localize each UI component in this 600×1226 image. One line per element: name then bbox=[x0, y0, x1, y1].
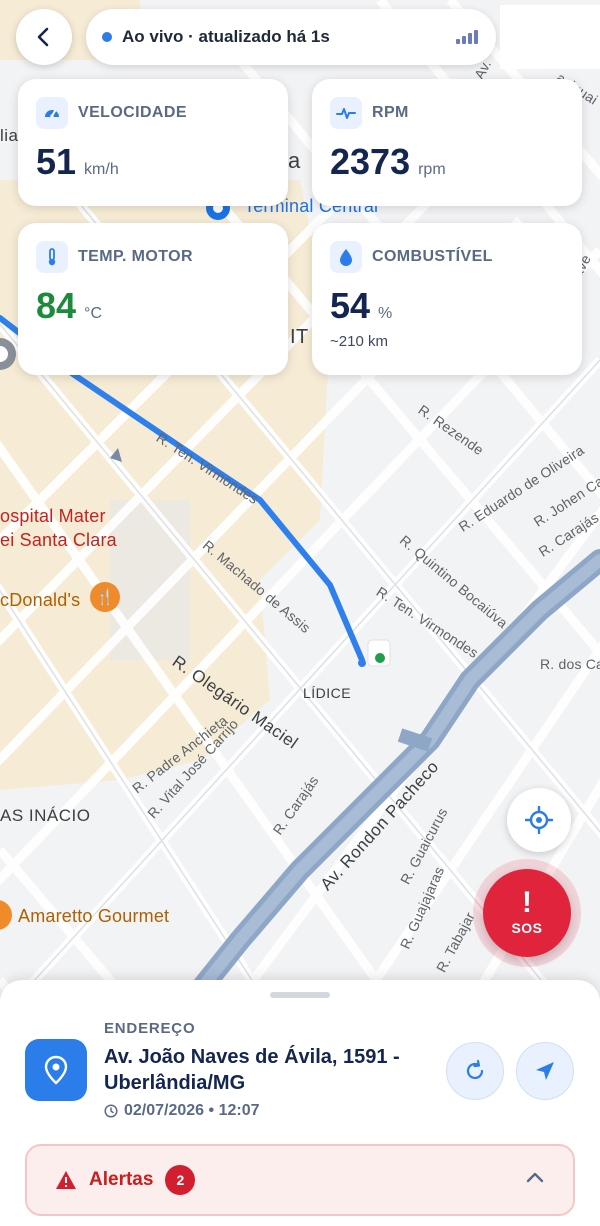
refresh-icon bbox=[466, 1059, 484, 1080]
speed-title: VELOCIDADE bbox=[78, 104, 187, 121]
address-label: ENDEREÇO bbox=[104, 1020, 196, 1037]
sos-button[interactable]: ! SOS bbox=[483, 869, 571, 957]
live-indicator-dot bbox=[102, 32, 112, 42]
hospital-label[interactable]: ei Santa Clara bbox=[0, 530, 117, 551]
speed-card: VELOCIDADE 51 km/h bbox=[18, 79, 288, 206]
fuel-card: COMBUSTÍVEL 54 % ~210 km bbox=[312, 223, 582, 375]
signal-strength-icon bbox=[456, 30, 478, 44]
engine-temp-card: TEMP. MOTOR 84 °C bbox=[18, 223, 288, 375]
fuel-drop-icon bbox=[330, 241, 362, 273]
crosshair-icon bbox=[525, 806, 553, 834]
speedometer-icon bbox=[36, 97, 68, 129]
bottom-sheet[interactable]: ENDEREÇO Av. João Naves de Ávila, 1591 -… bbox=[0, 980, 600, 1226]
amaretto-label[interactable]: Amaretto Gourmet bbox=[18, 906, 169, 927]
fuel-title: COMBUSTÍVEL bbox=[372, 248, 493, 265]
sheet-drag-handle[interactable] bbox=[270, 992, 330, 998]
navigation-arrow-icon bbox=[536, 1062, 554, 1080]
engine-temp-title: TEMP. MOTOR bbox=[78, 248, 193, 265]
thermometer-icon bbox=[36, 241, 68, 273]
rpm-card: RPM 2373 rpm bbox=[312, 79, 582, 206]
engine-temp-value: 84 bbox=[36, 285, 77, 326]
location-pin-icon bbox=[25, 1039, 87, 1101]
alerts-label: Alertas bbox=[89, 1169, 154, 1190]
refresh-button[interactable] bbox=[446, 1042, 504, 1100]
pulse-icon bbox=[330, 97, 362, 129]
chevron-up-icon[interactable] bbox=[525, 1168, 545, 1193]
live-status-pill: Ao vivo · atualizado há 1s bbox=[86, 9, 496, 65]
map-fragment-label: a bbox=[288, 148, 301, 173]
neighborhood-label: AS INÁCIO bbox=[0, 806, 91, 825]
restaurant-icon[interactable]: 🍴 bbox=[90, 582, 120, 612]
rpm-unit: rpm bbox=[418, 161, 446, 178]
alerts-panel[interactable]: Alertas 2 bbox=[25, 1144, 575, 1216]
clock-icon bbox=[104, 1104, 118, 1118]
neighborhood-label: LÍDICE bbox=[303, 685, 352, 701]
back-button[interactable] bbox=[16, 9, 72, 65]
corner-panel bbox=[500, 5, 600, 69]
rpm-title: RPM bbox=[372, 104, 409, 121]
hospital-label[interactable]: ospital Mater bbox=[0, 506, 106, 527]
navigate-button[interactable] bbox=[516, 1042, 574, 1100]
alerts-count-badge: 2 bbox=[165, 1165, 196, 1195]
exclamation-icon: ! bbox=[522, 886, 532, 919]
locate-button[interactable] bbox=[507, 788, 571, 852]
speed-unit: km/h bbox=[84, 161, 119, 178]
street-label: R. dos Ca bbox=[540, 656, 600, 672]
address-timestamp: 02/07/2026 • 12:07 bbox=[104, 1102, 260, 1120]
sos-label: SOS bbox=[511, 920, 543, 936]
mcdonalds-label[interactable]: cDonald's bbox=[0, 590, 80, 611]
timestamp-text: 02/07/2026 • 12:07 bbox=[124, 1102, 260, 1119]
live-status-text: Ao vivo · atualizado há 1s bbox=[122, 27, 330, 46]
fuel-value: 54 bbox=[330, 285, 371, 326]
fuel-range: ~210 km bbox=[330, 333, 388, 350]
map-fragment-label: lia bbox=[0, 126, 19, 145]
warning-icon bbox=[56, 1171, 76, 1189]
fuel-unit: % bbox=[378, 305, 393, 322]
address-text: Av. João Naves de Ávila, 1591 - Uberlând… bbox=[104, 1046, 400, 1094]
chevron-left-icon bbox=[37, 27, 49, 47]
engine-temp-unit: °C bbox=[84, 305, 102, 322]
rpm-value: 2373 bbox=[330, 141, 411, 182]
map-fragment-label: IT bbox=[290, 326, 309, 348]
speed-value: 51 bbox=[36, 141, 77, 182]
